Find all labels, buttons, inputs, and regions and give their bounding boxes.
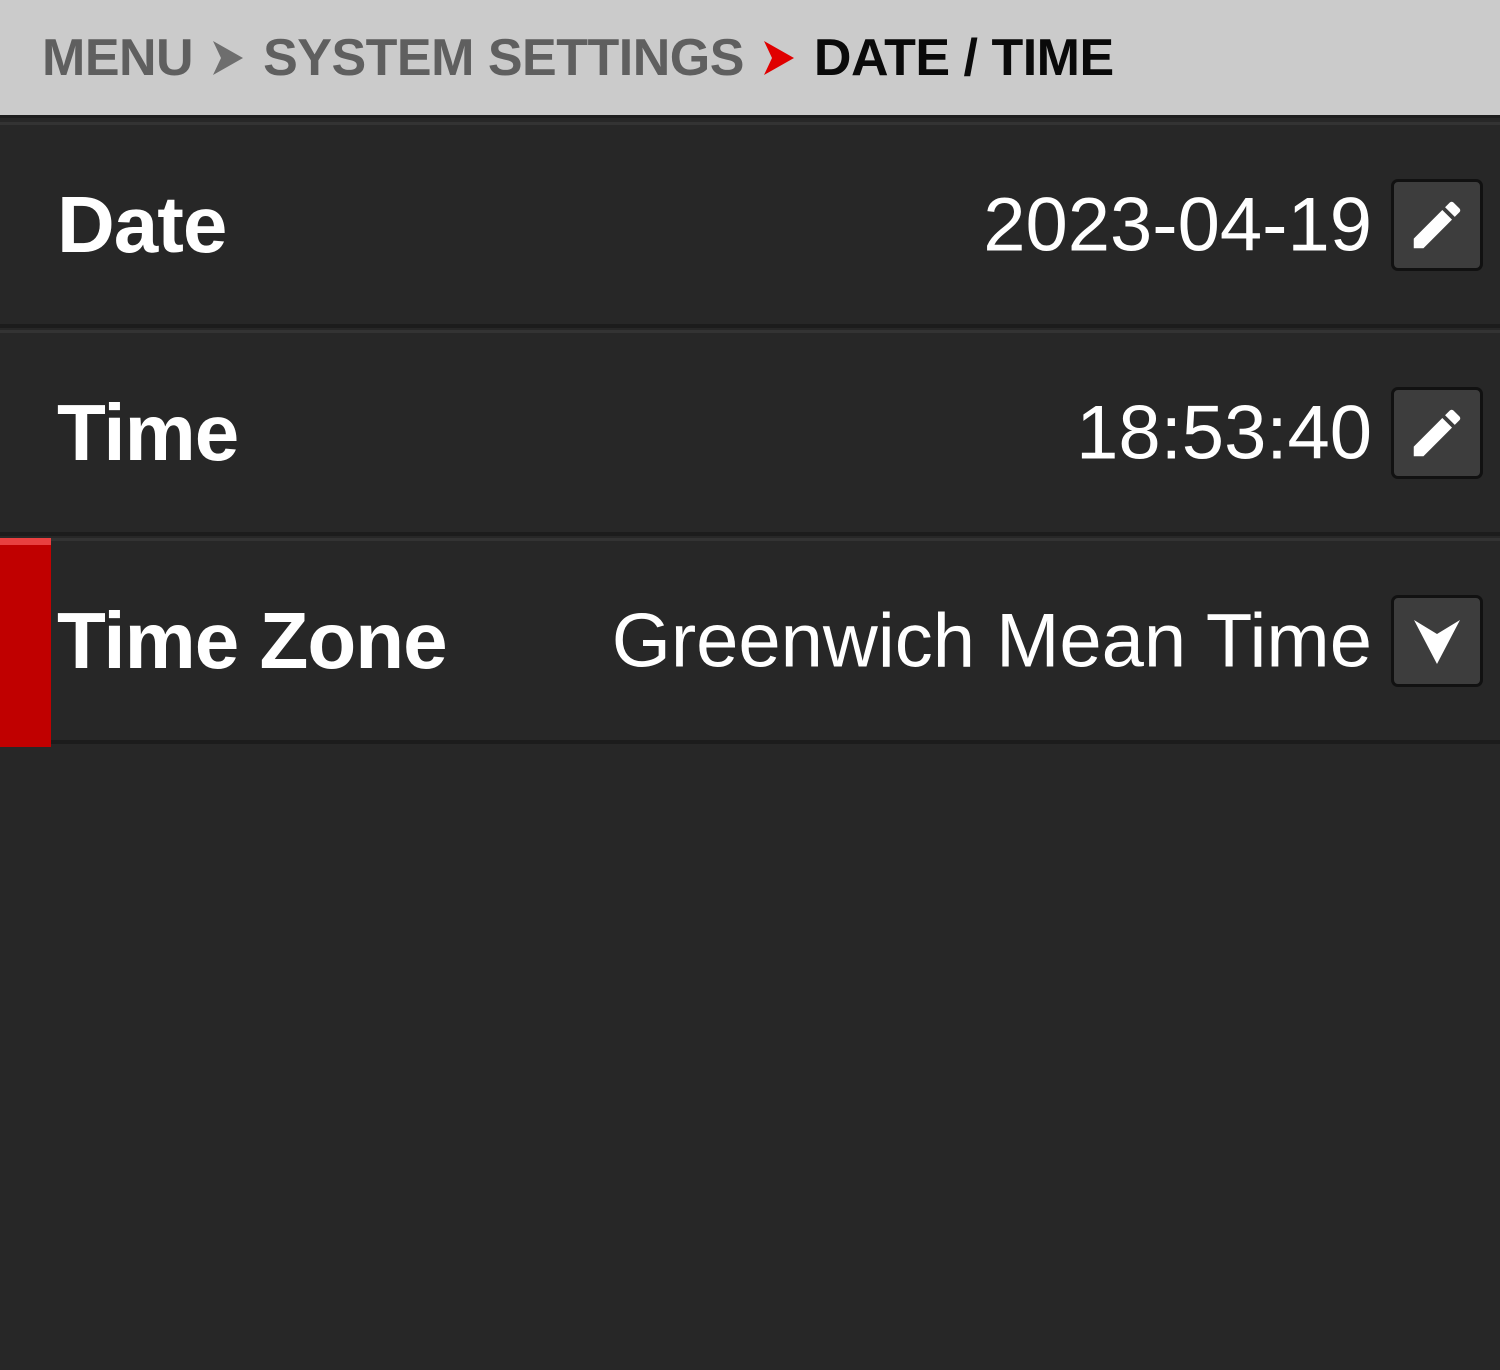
edit-date-button[interactable] [1391, 178, 1483, 271]
setting-value: Greenwich Mean Time [611, 598, 1372, 683]
chevron-right-icon [211, 39, 245, 77]
setting-row-date[interactable]: Date 2023-04-19 [0, 122, 1500, 328]
breadcrumb-date-time: DATE / TIME [813, 28, 1114, 87]
setting-label: Time [57, 387, 239, 477]
chevron-right-icon [762, 39, 796, 77]
setting-value: 2023-04-19 [983, 182, 1372, 267]
setting-label: Time Zone [57, 595, 448, 685]
edit-time-button[interactable] [1391, 386, 1483, 479]
timezone-dropdown-button[interactable] [1391, 594, 1483, 687]
pencil-edit-icon [1413, 409, 1461, 456]
dropdown-arrow-icon [1414, 619, 1460, 664]
setting-row-timezone[interactable]: Time Zone Greenwich Mean Time [0, 538, 1500, 747]
breadcrumb-menu[interactable]: MENU [42, 28, 194, 88]
breadcrumb-system-settings[interactable]: SYSTEM SETTINGS [263, 28, 744, 88]
setting-value: 18:53:40 [1076, 390, 1372, 475]
selection-indicator [0, 538, 51, 747]
pencil-edit-icon [1413, 201, 1461, 248]
breadcrumb: MENU SYSTEM SETTINGS DATE / TIME [0, 0, 1500, 118]
setting-row-time[interactable]: Time 18:53:40 [0, 330, 1500, 536]
setting-label: Date [57, 179, 227, 269]
